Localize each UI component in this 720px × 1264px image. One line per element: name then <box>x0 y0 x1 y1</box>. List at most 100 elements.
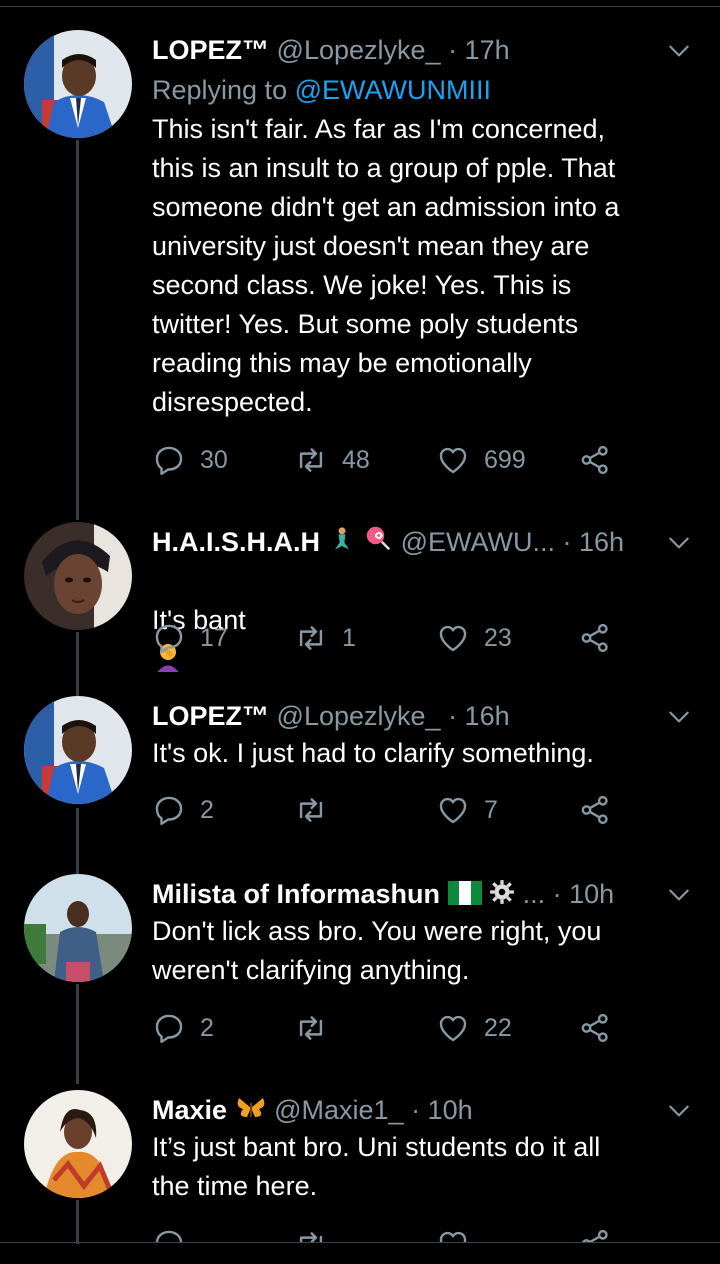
share-button[interactable] <box>578 1008 626 1048</box>
retweet-button[interactable]: 48 <box>294 440 370 480</box>
top-divider <box>0 6 720 7</box>
reply-icon <box>152 1227 186 1242</box>
chevron-down-icon[interactable] <box>666 530 692 556</box>
avatar[interactable] <box>24 874 132 982</box>
reply-icon <box>152 793 186 827</box>
gear-emoji <box>489 876 515 914</box>
like-button[interactable] <box>436 1224 484 1242</box>
user-handle[interactable]: @Lopezlyke_ <box>277 35 441 65</box>
user-handle[interactable]: ... <box>523 879 546 909</box>
share-icon <box>578 621 612 655</box>
avatar[interactable] <box>24 1090 132 1198</box>
tweet-actions: 2 22 <box>152 1008 720 1048</box>
butterfly-emoji <box>235 1092 267 1130</box>
chevron-down-icon[interactable] <box>666 882 692 908</box>
bottom-divider <box>0 1242 720 1243</box>
like-button[interactable]: 23 <box>436 618 512 658</box>
tweet-header: Maxie @Maxie1_ · 10h <box>152 1090 680 1130</box>
reply-count: 17 <box>200 623 228 652</box>
timestamp: · 16h <box>562 527 625 557</box>
reply-icon <box>152 443 186 477</box>
display-name[interactable]: LOPEZ™ <box>152 35 269 65</box>
share-button[interactable] <box>578 618 626 658</box>
tweet-actions: 17 1 23 <box>152 618 720 658</box>
tweet[interactable]: LOPEZ™ @Lopezlyke_ · 16h It's ok. I just… <box>0 696 720 846</box>
replying-to-label: Replying to <box>152 75 288 105</box>
tweet-actions <box>152 1224 720 1242</box>
like-button[interactable]: 7 <box>436 790 498 830</box>
retweet-icon <box>294 443 328 477</box>
user-handle[interactable]: @Lopezlyke_ <box>277 701 441 731</box>
display-name[interactable]: Maxie <box>152 1095 227 1125</box>
avatar[interactable] <box>24 30 132 138</box>
chevron-down-icon[interactable] <box>666 38 692 64</box>
tweet[interactable]: Maxie @Maxie1_ · 10h It’s just bant bro.… <box>0 1090 720 1242</box>
like-count: 7 <box>484 795 498 824</box>
like-button[interactable]: 699 <box>436 440 526 480</box>
reply-count: 30 <box>200 445 228 474</box>
retweet-count: 1 <box>342 623 356 652</box>
tweet-text: Don't lick ass bro. You were right, you … <box>152 916 602 985</box>
retweet-count: 48 <box>342 445 370 474</box>
chevron-down-icon[interactable] <box>666 704 692 730</box>
mermaid-emoji <box>328 524 356 562</box>
reply-icon <box>152 621 186 655</box>
avatar[interactable] <box>24 522 132 630</box>
retweet-button[interactable] <box>294 1224 342 1242</box>
share-button[interactable] <box>578 1224 626 1242</box>
share-button[interactable] <box>578 440 626 480</box>
tweet[interactable]: H.A.I.S.H.A.H @EWAWU... · 16h It's bant … <box>0 522 720 672</box>
display-name[interactable]: Milista of Informashun <box>152 879 440 909</box>
display-name[interactable]: H.A.I.S.H.A.H <box>152 527 320 557</box>
tweet-header: LOPEZ™ @Lopezlyke_ · 17h <box>152 30 680 70</box>
reply-button[interactable]: 2 <box>152 790 214 830</box>
user-handle[interactable]: @EWAWU... <box>401 527 555 557</box>
replying-to-handle[interactable]: @EWAWUNMIII <box>295 75 491 105</box>
tweet[interactable]: LOPEZ™ @Lopezlyke_ · 17h Replying to @EW… <box>0 30 720 490</box>
reply-count: 2 <box>200 1013 214 1042</box>
avatar[interactable] <box>24 696 132 804</box>
tweet-header: Milista of Informashun ... · 10h <box>152 874 680 914</box>
timestamp: · 17h <box>448 35 510 65</box>
like-count: 22 <box>484 1013 512 1042</box>
tweet[interactable]: Milista of Informashun ... · 10h Don't l… <box>0 874 720 1064</box>
timestamp: · 10h <box>552 879 615 909</box>
timestamp: · 10h <box>411 1095 473 1125</box>
heart-icon <box>436 1011 470 1045</box>
reply-button[interactable]: 17 <box>152 618 228 658</box>
tweet-actions: 2 7 <box>152 790 720 830</box>
tweet-text: This isn't fair. As far as I'm concerned… <box>152 114 620 417</box>
reply-button[interactable]: 2 <box>152 1008 214 1048</box>
reply-icon <box>152 1011 186 1045</box>
like-button[interactable]: 22 <box>436 1008 512 1048</box>
tweet-text: It’s just bant bro. Uni students do it a… <box>152 1132 601 1201</box>
tweet-header: LOPEZ™ @Lopezlyke_ · 16h <box>152 696 680 736</box>
reply-button[interactable] <box>152 1224 200 1242</box>
tweet-text: It's ok. I just had to clarify something… <box>152 738 594 768</box>
heart-icon <box>436 443 470 477</box>
reply-button[interactable]: 30 <box>152 440 228 480</box>
replying-to: Replying to @EWAWUNMIII <box>152 70 491 110</box>
display-name[interactable]: LOPEZ™ <box>152 701 269 731</box>
share-icon <box>578 1227 612 1242</box>
share-button[interactable] <box>578 790 626 830</box>
user-handle[interactable]: @Maxie1_ <box>274 1095 403 1125</box>
share-icon <box>578 443 612 477</box>
retweet-button[interactable]: 1 <box>294 618 356 658</box>
reply-count: 2 <box>200 795 214 824</box>
tweet-actions: 30 48 699 <box>152 440 720 480</box>
heart-icon <box>436 621 470 655</box>
lollipop-emoji <box>363 523 393 562</box>
chevron-down-icon[interactable] <box>666 1098 692 1124</box>
tweet-header: H.A.I.S.H.A.H @EWAWU... · 16h <box>152 522 680 562</box>
share-icon <box>578 793 612 827</box>
retweet-icon <box>294 1011 328 1045</box>
like-count: 23 <box>484 623 512 652</box>
retweet-button[interactable] <box>294 1008 342 1048</box>
heart-icon <box>436 793 470 827</box>
like-count: 699 <box>484 445 526 474</box>
nigeria-flag-emoji <box>447 876 482 914</box>
share-icon <box>578 1011 612 1045</box>
retweet-icon <box>294 621 328 655</box>
retweet-button[interactable] <box>294 790 342 830</box>
